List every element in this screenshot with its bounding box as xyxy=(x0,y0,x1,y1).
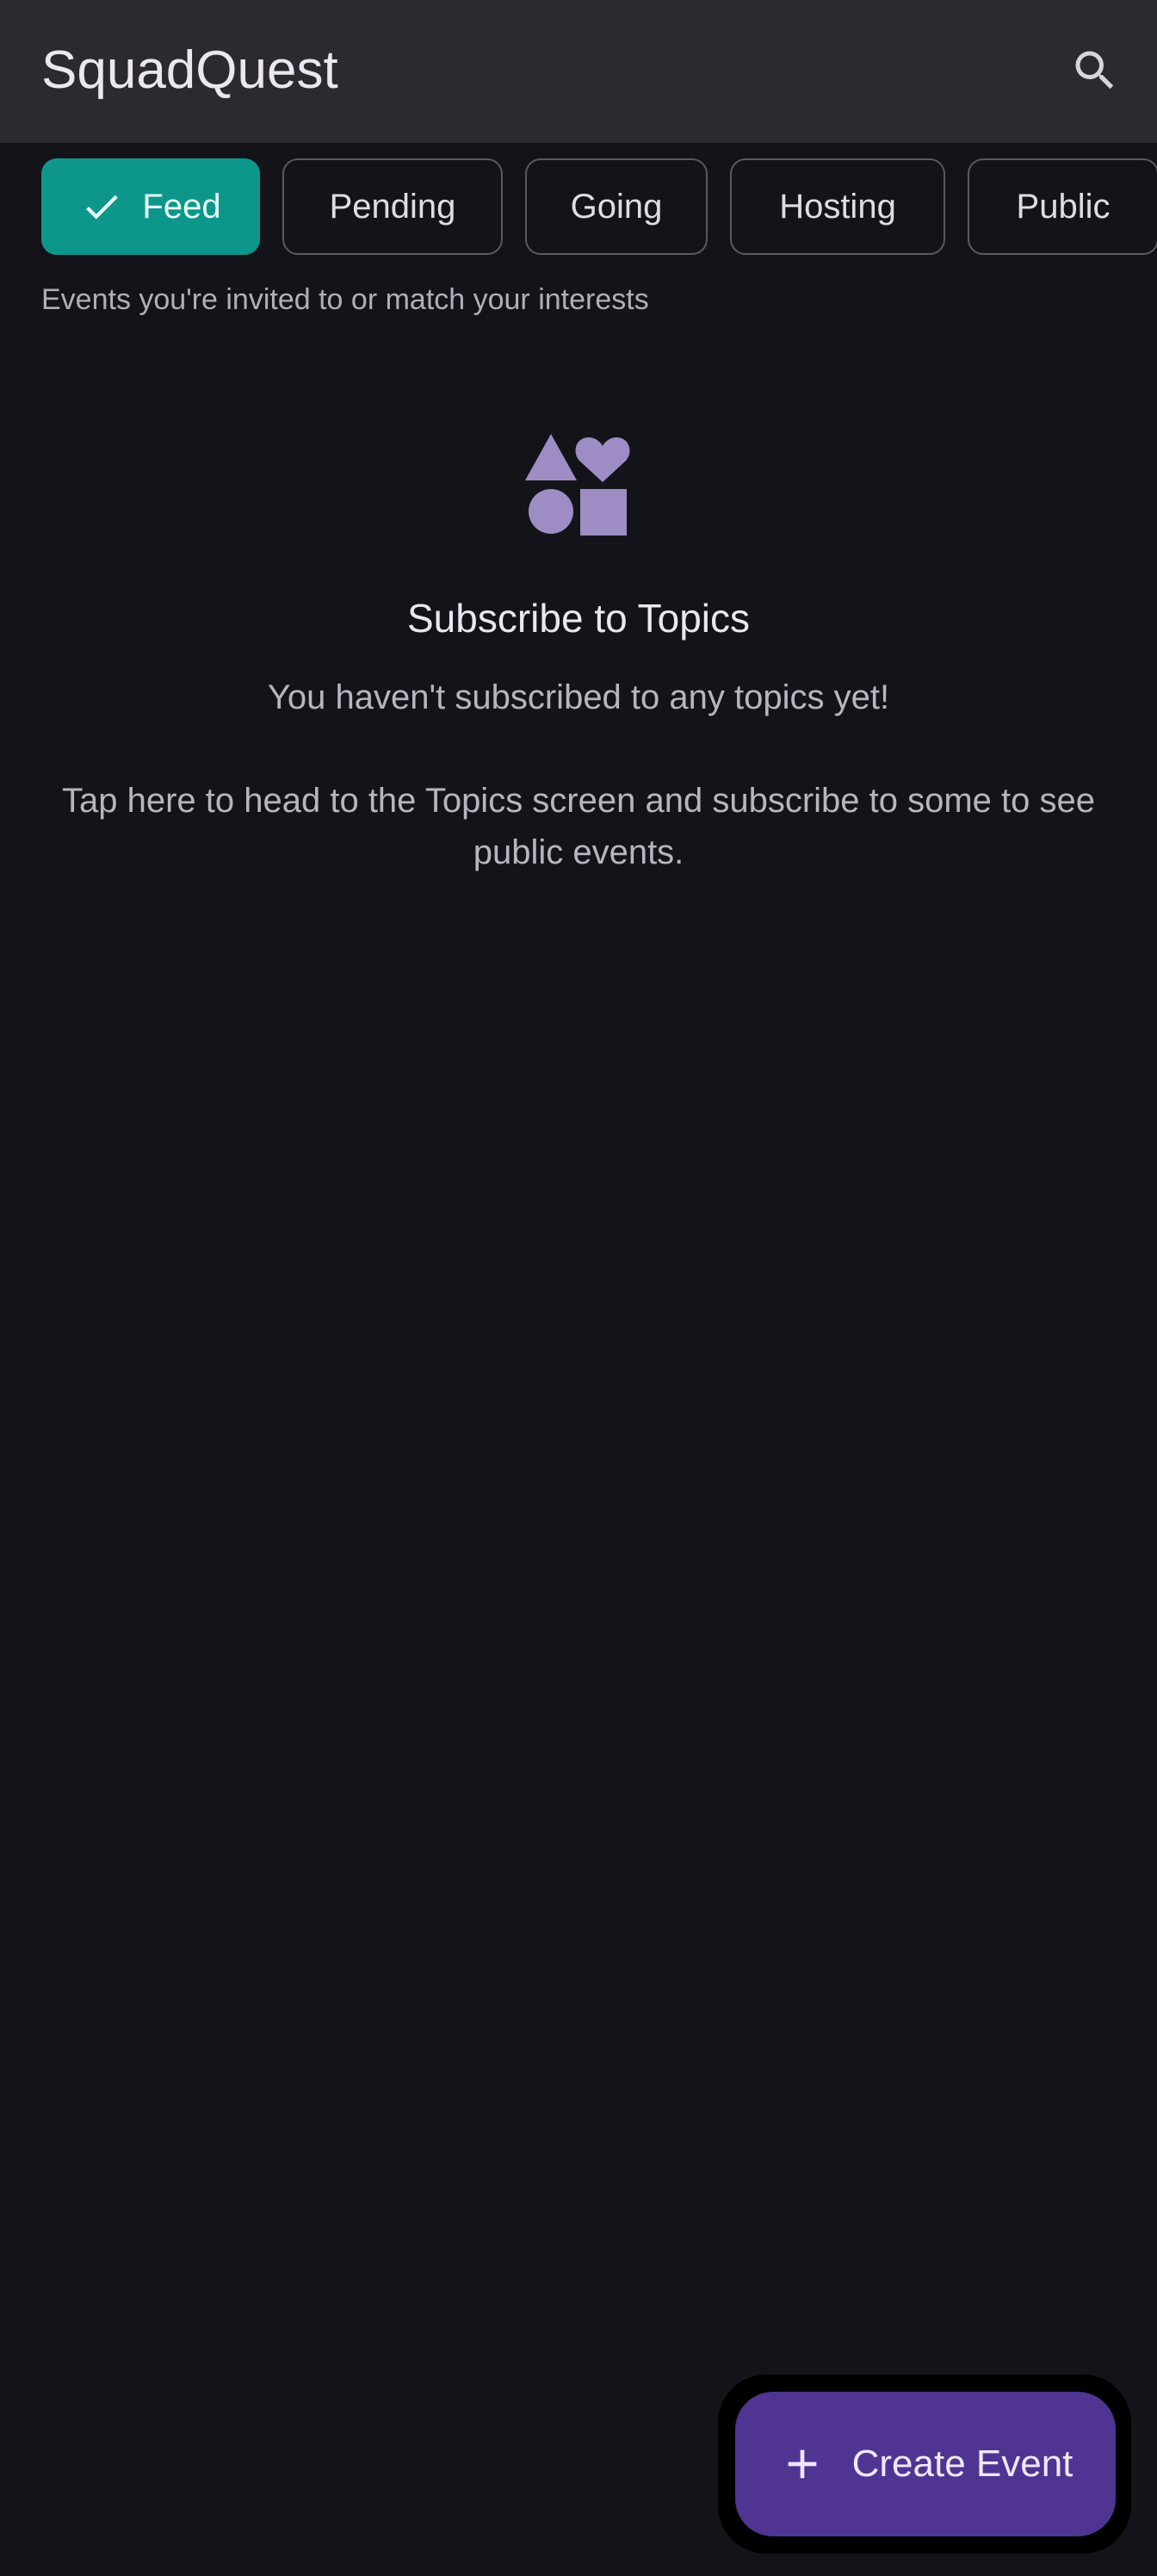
chip-label: Hosting xyxy=(779,187,896,226)
chip-public[interactable]: Public xyxy=(968,158,1157,255)
chip-feed[interactable]: Feed xyxy=(41,158,260,255)
plus-icon xyxy=(778,2440,826,2488)
chip-pending[interactable]: Pending xyxy=(282,158,503,255)
app-title: SquadQuest xyxy=(41,40,338,100)
app-bar: SquadQuest xyxy=(0,0,1157,143)
shapes-icon xyxy=(525,430,632,537)
topics-link[interactable]: Tap here to head to the Topics screen an… xyxy=(62,775,1095,878)
chip-label: Public xyxy=(1016,187,1111,226)
empty-state-title: Subscribe to Topics xyxy=(406,596,751,641)
create-event-button[interactable]: Create Event xyxy=(735,2392,1116,2536)
chip-hosting[interactable]: Hosting xyxy=(730,158,945,255)
check-icon xyxy=(80,185,123,228)
search-icon xyxy=(1075,51,1114,90)
empty-state-message: You haven't subscribed to any topics yet… xyxy=(267,678,890,716)
filter-chips: Feed Pending Going Hosting Public xyxy=(41,158,1157,257)
filter-description: Events you're invited to or match your i… xyxy=(41,283,649,316)
search-button[interactable] xyxy=(1059,34,1131,107)
chip-label: Feed xyxy=(142,187,221,226)
chip-label: Pending xyxy=(329,187,456,226)
chip-going[interactable]: Going xyxy=(525,158,708,255)
chip-label: Going xyxy=(570,187,663,226)
create-event-label: Create Event xyxy=(851,2443,1073,2485)
